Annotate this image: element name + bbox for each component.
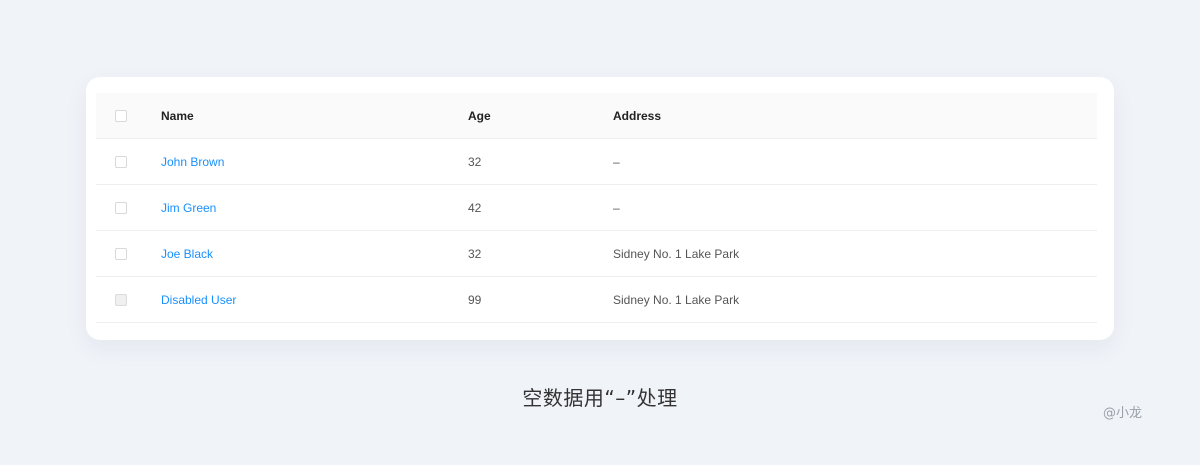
name-link[interactable]: John Brown	[161, 155, 224, 169]
row-checkbox[interactable]	[115, 155, 127, 168]
column-header-name: Name	[161, 108, 194, 123]
age-cell: 42	[468, 200, 482, 215]
name-cell: Joe Black	[161, 231, 213, 276]
name-cell: Jim Green	[161, 185, 216, 230]
age-cell: 99	[468, 292, 482, 307]
table-row: Jim Green 42 –	[96, 185, 1097, 231]
address-cell: –	[613, 154, 620, 169]
table-row: Disabled User 99 Sidney No. 1 Lake Park	[96, 277, 1097, 323]
watermark: @小龙	[1103, 406, 1143, 421]
name-cell: Disabled User	[161, 277, 236, 322]
address-cell: Sidney No. 1 Lake Park	[613, 246, 740, 261]
table-card: Name Age Address John Brown 32 – Jim Gre…	[86, 77, 1114, 340]
address-cell: Sidney No. 1 Lake Park	[613, 292, 740, 307]
column-header-address: Address	[613, 108, 662, 123]
row-checkbox[interactable]	[115, 201, 127, 214]
age-cell: 32	[468, 154, 482, 169]
name-link[interactable]: Disabled User	[161, 293, 236, 307]
row-checkbox-disabled	[115, 293, 127, 306]
row-select-cell	[115, 139, 127, 184]
table-row: Joe Black 32 Sidney No. 1 Lake Park	[96, 231, 1097, 277]
address-cell: –	[613, 200, 620, 215]
caption: 空数据用“–”处理	[522, 386, 678, 410]
age-cell: 32	[468, 246, 482, 261]
table-row: John Brown 32 –	[96, 139, 1097, 185]
row-checkbox[interactable]	[115, 247, 127, 260]
column-header-age: Age	[468, 108, 491, 123]
select-all-cell	[115, 93, 127, 138]
data-table: Name Age Address John Brown 32 – Jim Gre…	[96, 93, 1097, 323]
row-select-cell	[115, 231, 127, 276]
name-cell: John Brown	[161, 139, 224, 184]
table-header-row: Name Age Address	[96, 93, 1097, 139]
row-select-cell	[115, 185, 127, 230]
row-select-cell	[115, 277, 127, 322]
select-all-checkbox[interactable]	[115, 109, 127, 122]
name-link[interactable]: Jim Green	[161, 201, 216, 215]
name-link[interactable]: Joe Black	[161, 247, 213, 261]
